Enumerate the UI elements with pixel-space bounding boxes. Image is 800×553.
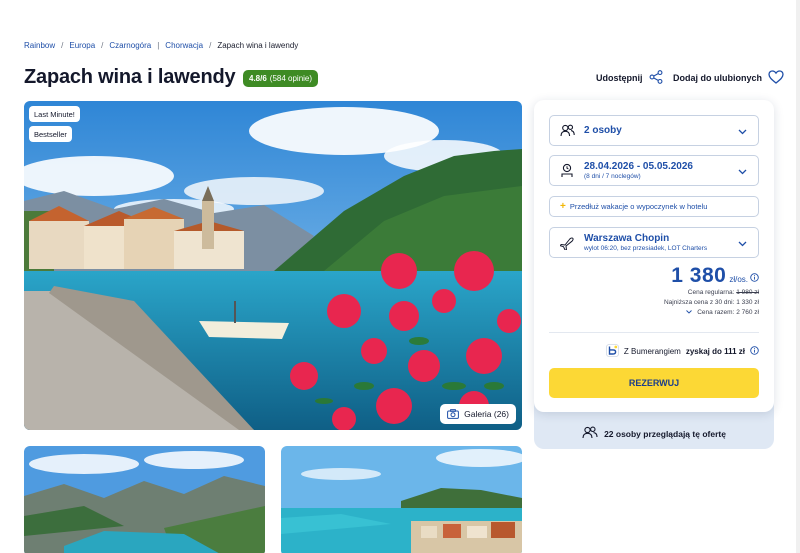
duration-value: (8 dni / 7 noclegów) bbox=[584, 173, 641, 180]
favorites-label: Dodaj do ulubionych bbox=[673, 73, 762, 83]
boomerang-bonus: zyskaj do 111 zł bbox=[685, 347, 745, 356]
hero-photo[interactable]: Last Minute! Bestseller Galeria (26) bbox=[24, 101, 522, 430]
boomerang-prefix: Z Bumerangiem bbox=[623, 347, 681, 356]
share-icon bbox=[649, 70, 663, 86]
total-price-value: 2 760 zł bbox=[736, 309, 759, 316]
dates-value: 28.04.2026 - 05.05.2026 bbox=[584, 161, 693, 172]
price-details: Cena regularna: 1 980 zł Najniższa cena … bbox=[664, 288, 759, 318]
badge-bestseller: Bestseller bbox=[29, 126, 72, 142]
share-label: Udostępnij bbox=[596, 73, 643, 83]
persons-select[interactable]: 2 osoby bbox=[549, 115, 759, 146]
gallery-button[interactable]: Galeria (26) bbox=[440, 404, 516, 424]
price-currency: zł/os. bbox=[729, 275, 748, 284]
viewers-icon bbox=[582, 426, 598, 441]
thumbnail-coast-image bbox=[281, 446, 522, 553]
price-amount: 1 380 bbox=[671, 264, 727, 287]
rating-score: 4.8/6 bbox=[249, 74, 267, 83]
plane-icon bbox=[560, 236, 580, 250]
persons-icon bbox=[560, 124, 580, 137]
camera-icon bbox=[447, 409, 460, 419]
breadcrumb: Rainbow / Europa / Czarnogóra | Chorwacj… bbox=[24, 41, 298, 50]
dates-select[interactable]: 28.04.2026 - 05.05.2026 (8 dni / 7 nocle… bbox=[549, 155, 759, 186]
persons-value: 2 osoby bbox=[584, 125, 622, 136]
rating-badge[interactable]: 4.8/6 (584 opinie) bbox=[243, 70, 319, 87]
total-price-line[interactable]: Cena razem: 2 760 zł bbox=[664, 308, 759, 318]
heart-icon bbox=[768, 70, 784, 86]
reserve-button[interactable]: REZERWUJ bbox=[549, 368, 759, 398]
rating-reviews: (584 opinie) bbox=[269, 74, 313, 83]
extend-label: Przedłuż wakacje o wypoczynek w hotelu bbox=[569, 202, 708, 211]
chevron-down-icon bbox=[738, 122, 748, 140]
gallery-label: Galeria (26) bbox=[464, 409, 509, 419]
flight-info: wylot 06:20, bez przesiadek, LOT Charter… bbox=[584, 245, 708, 252]
scrollbar[interactable] bbox=[796, 0, 800, 553]
breadcrumb-link-europa[interactable]: Europa bbox=[69, 41, 95, 50]
lowest-price-label: Najniższa cena z 30 dni: bbox=[663, 299, 735, 306]
booking-panel: 2 osoby 28.04.2026 - 05.05.2026 (8 dni /… bbox=[534, 100, 774, 412]
plus-icon: + bbox=[560, 201, 566, 212]
share-button[interactable]: Udostępnij bbox=[596, 70, 663, 86]
gallery-thumbnail[interactable] bbox=[24, 446, 265, 553]
lowest-price-value: 1 330 zł bbox=[736, 299, 759, 306]
calendar-icon bbox=[560, 163, 580, 178]
gallery-thumbnail[interactable] bbox=[281, 446, 522, 553]
viewers-text: 22 osoby przeglądają tę ofertę bbox=[604, 428, 726, 439]
chevron-down-icon bbox=[686, 309, 694, 316]
info-icon[interactable] bbox=[750, 346, 759, 357]
badge-last-minute: Last Minute! bbox=[29, 106, 80, 122]
price-per-person: 1 380 zł/os. bbox=[671, 264, 748, 288]
breadcrumb-separator: / bbox=[101, 41, 104, 50]
breadcrumb-link-czarnogora[interactable]: Czarnogóra bbox=[109, 41, 151, 50]
hero-landscape-image bbox=[24, 101, 522, 430]
extend-vacation-button[interactable]: + Przedłuż wakacje o wypoczynek w hotelu bbox=[549, 196, 759, 217]
regular-price-line: Cena regularna: 1 980 zł bbox=[664, 288, 759, 298]
boomerang-promo: Z Bumerangiem zyskaj do 111 zł bbox=[606, 344, 759, 359]
regular-price-label: Cena regularna: bbox=[687, 289, 735, 296]
page-title: Zapach wina i lawendy bbox=[24, 66, 236, 88]
chevron-down-icon bbox=[738, 162, 748, 180]
boomerang-icon bbox=[606, 344, 619, 359]
breadcrumb-separator: / bbox=[209, 41, 212, 50]
info-icon[interactable] bbox=[750, 269, 759, 287]
total-price-label: Cena razem: bbox=[697, 309, 735, 316]
breadcrumb-separator: | bbox=[157, 41, 160, 50]
breadcrumb-current: Zapach wina i lawendy bbox=[217, 41, 299, 50]
departure-city: Warszawa Chopin bbox=[584, 233, 670, 244]
breadcrumb-link-rainbow[interactable]: Rainbow bbox=[24, 41, 55, 50]
regular-price-value: 1 980 zł bbox=[736, 289, 759, 296]
departure-select[interactable]: Warszawa Chopin wylot 06:20, bez przesia… bbox=[549, 227, 759, 258]
breadcrumb-link-chorwacja[interactable]: Chorwacja bbox=[165, 41, 203, 50]
thumbnail-bay-image bbox=[24, 446, 265, 553]
add-to-favorites-button[interactable]: Dodaj do ulubionych bbox=[673, 70, 784, 86]
breadcrumb-separator: / bbox=[61, 41, 64, 50]
lowest-price-line: Najniższa cena z 30 dni: 1 330 zł bbox=[664, 298, 759, 308]
chevron-down-icon bbox=[738, 234, 748, 252]
viewers-info: 22 osoby przeglądają tę ofertę bbox=[534, 426, 774, 441]
divider bbox=[549, 332, 759, 333]
